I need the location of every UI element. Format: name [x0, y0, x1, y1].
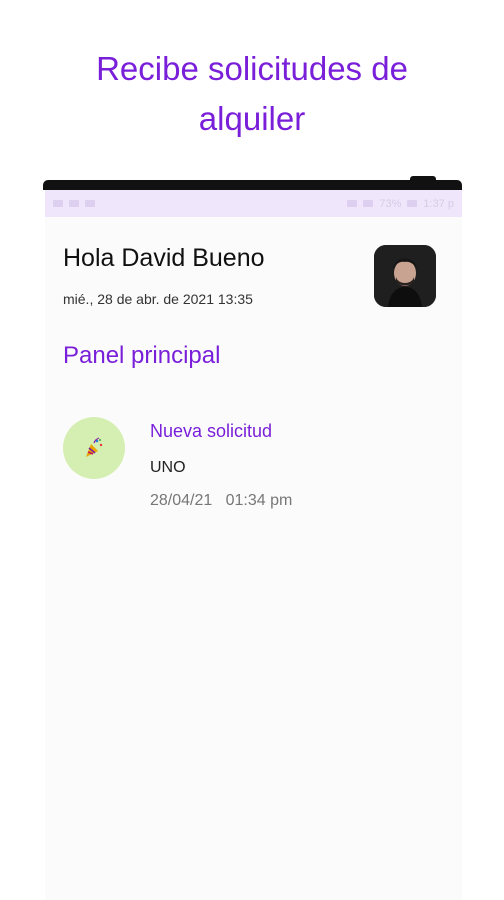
- greeting-text: Hola David Bueno: [63, 244, 265, 272]
- avatar[interactable]: [374, 245, 436, 307]
- notification-icon-badge: [63, 417, 125, 479]
- current-datetime: mié., 28 de abr. de 2021 13:35: [63, 291, 253, 307]
- phone-screen: 73% 1:37 p Hola David Bueno mié., 28 de …: [45, 190, 462, 900]
- dashboard-title: Panel principal: [63, 342, 221, 369]
- user-photo-icon: [374, 245, 436, 307]
- status-bar-notifications: [53, 200, 95, 207]
- battery-percent: 73%: [379, 197, 402, 210]
- promo-title: Recibe solicitudes de alquiler: [0, 44, 504, 144]
- battery-icon: [407, 200, 418, 207]
- promo-title-line-2: alquiler: [198, 100, 306, 137]
- status-bar-system: 73% 1:37 p: [347, 198, 454, 210]
- status-time: 1:37 p: [423, 197, 454, 210]
- signal-icon: [363, 200, 374, 207]
- wifi-icon: [347, 200, 358, 207]
- notification-timestamp: 28/04/21 01:34 pm: [150, 492, 293, 509]
- status-bar: 73% 1:37 p: [45, 190, 462, 217]
- notification-icon: [85, 200, 95, 207]
- phone-bezel: [43, 180, 462, 190]
- notification-title: Nueva solicitud: [150, 421, 273, 441]
- notification-icon: [69, 200, 79, 207]
- notification-body: UNO: [150, 459, 186, 476]
- notification-icon: [53, 200, 63, 207]
- party-popper-icon: [86, 437, 103, 457]
- promo-title-line-1: Recibe solicitudes de: [96, 50, 408, 87]
